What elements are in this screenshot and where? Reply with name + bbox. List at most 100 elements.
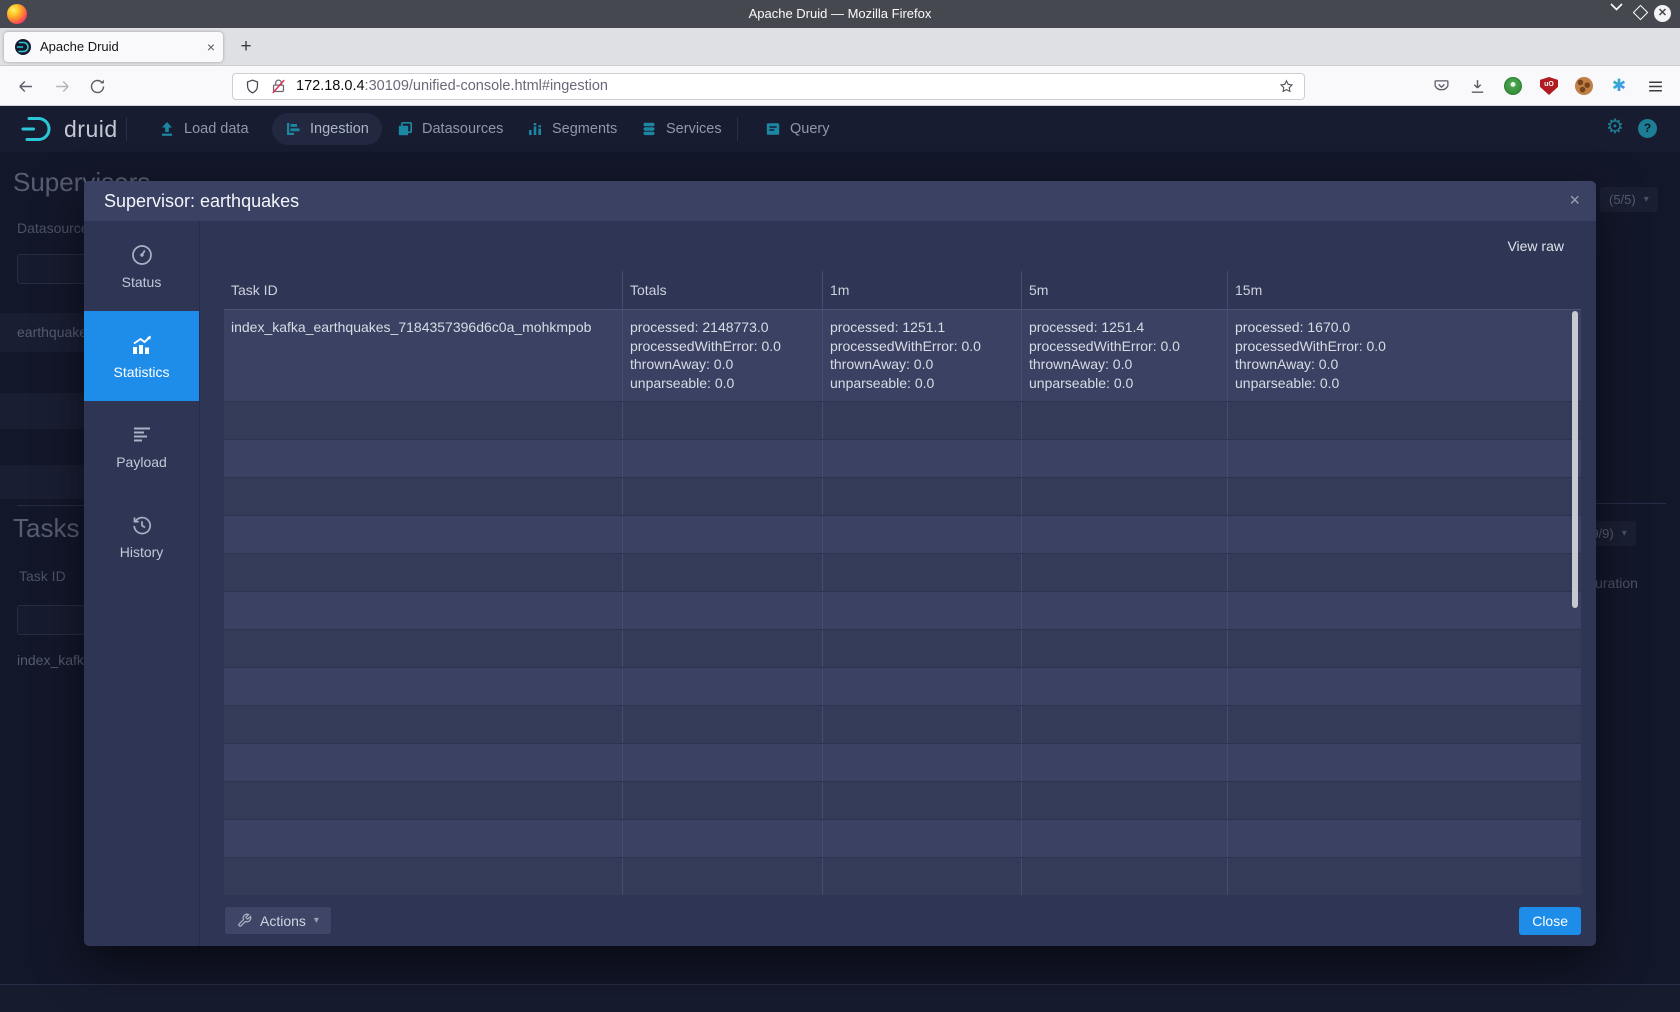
nav-item-ingestion[interactable]: Ingestion (272, 113, 382, 145)
table-row[interactable] (224, 667, 1581, 705)
table-row[interactable] (224, 439, 1581, 477)
table-row[interactable] (224, 515, 1581, 553)
table-row[interactable] (224, 401, 1581, 439)
statistics-table: Task ID Totals 1m 5m 15m index_kafka_ear… (224, 271, 1581, 895)
url-text[interactable]: 172.18.0.4:30109/unified-console.html#in… (296, 74, 608, 99)
nav-item-services[interactable]: Services (628, 113, 735, 145)
tasks-heading: Tasks (13, 513, 79, 544)
dialog-close-icon[interactable]: × (1569, 181, 1580, 221)
tab-bar: Apache Druid × + (0, 28, 1680, 66)
actions-button[interactable]: Actions ▾ (224, 906, 332, 935)
dialog-content: View raw Task ID Totals 1m 5m 15m index_… (200, 221, 1596, 946)
table-row[interactable] (224, 553, 1581, 591)
window-close-icon[interactable]: ✕ (1654, 5, 1671, 22)
footer-strip (0, 985, 1680, 1012)
new-tab-button[interactable]: + (232, 32, 260, 62)
dialog-side-tabs: Status Statistics Payload History (84, 221, 200, 946)
url-bar[interactable]: 172.18.0.4:30109/unified-console.html#in… (232, 73, 1305, 100)
column-header-1m[interactable]: 1m (822, 271, 1021, 309)
services-icon (641, 121, 657, 137)
section-divider (17, 505, 84, 506)
tab-close-icon[interactable]: × (207, 32, 215, 62)
chevron-down-icon: ▾ (1622, 528, 1627, 539)
task-id-cell: index_kafka_earthquakes_7184357396d6c0a_… (224, 310, 622, 401)
containers-extension-icon[interactable]: ✱ (1610, 77, 1628, 95)
ingestion-icon (285, 121, 301, 137)
cookie-extension-icon[interactable] (1575, 77, 1593, 95)
nav-item-datasources[interactable]: Datasources (384, 113, 516, 145)
druid-brand[interactable]: druid (20, 114, 118, 144)
chart-icon (130, 333, 154, 357)
table-row[interactable] (224, 591, 1581, 629)
table-row[interactable] (224, 743, 1581, 781)
supervisor-dialog: Supervisor: earthquakes × Status Statist… (84, 181, 1596, 946)
table-row[interactable] (224, 819, 1581, 857)
tab-status[interactable]: Status (84, 221, 199, 311)
column-header-totals[interactable]: Totals (622, 271, 822, 309)
column-header-5m[interactable]: 5m (1021, 271, 1227, 309)
downloads-icon[interactable] (1469, 78, 1486, 95)
url-path: :30109/unified-console.html#ingestion (365, 78, 608, 94)
druid-wordmark: druid (64, 116, 118, 143)
druid-logo-icon (20, 114, 56, 144)
help-icon[interactable]: ? (1638, 119, 1657, 138)
forward-icon[interactable] (54, 78, 71, 95)
5m-cell: processed: 1251.4 processedWithError: 0.… (1021, 310, 1227, 401)
druid-favicon-icon (15, 39, 31, 55)
table-header-row: Task ID Totals 1m 5m 15m (224, 271, 1581, 310)
gauge-icon (130, 243, 154, 267)
table-row[interactable] (224, 477, 1581, 515)
tab-statistics[interactable]: Statistics (84, 311, 199, 401)
empty-rows (224, 401, 1581, 895)
insecure-lock-icon[interactable] (270, 78, 287, 95)
nav-item-segments[interactable]: Segments (514, 113, 630, 145)
view-raw-link[interactable]: View raw (1507, 238, 1564, 254)
window-title: Apache Druid — Mozilla Firefox (0, 0, 1680, 28)
navbar-divider (126, 117, 127, 141)
chevron-down-icon: ▾ (1644, 194, 1649, 205)
align-left-icon (130, 423, 154, 447)
nav-item-query[interactable]: Query (752, 113, 843, 145)
table-row[interactable] (224, 705, 1581, 743)
table-row[interactable] (224, 629, 1581, 667)
bookmark-star-icon[interactable] (1278, 78, 1295, 95)
tab-history[interactable]: History (84, 491, 199, 581)
supervisors-count-dropdown[interactable]: (5/5) ▾ (1600, 187, 1658, 212)
segments-icon (527, 121, 543, 137)
15m-cell: processed: 1670.0 processedWithError: 0.… (1227, 310, 1581, 401)
window-titlebar: Apache Druid — Mozilla Firefox ✕ (0, 0, 1680, 28)
table-scrollbar[interactable] (1572, 311, 1578, 608)
druid-navbar: druid Load data Ingestion Datasources Se… (0, 106, 1680, 152)
wrench-icon (237, 913, 252, 928)
datasource-cell: earthquakes (17, 324, 94, 340)
pocket-icon[interactable] (1433, 78, 1450, 95)
reload-icon[interactable] (89, 78, 106, 95)
back-icon[interactable] (17, 78, 34, 95)
chevron-down-icon: ▾ (314, 915, 319, 926)
table-row[interactable] (224, 857, 1581, 895)
settings-gear-icon[interactable]: ⚙ (1606, 114, 1624, 139)
browser-tab[interactable]: Apache Druid × (4, 32, 223, 62)
dialog-title: Supervisor: earthquakes (104, 181, 299, 221)
close-button[interactable]: Close (1519, 907, 1581, 935)
dialog-header: Supervisor: earthquakes × (84, 181, 1596, 221)
datasources-icon (397, 121, 413, 137)
table-row[interactable] (224, 781, 1581, 819)
totals-cell: processed: 2148773.0 processedWithError:… (622, 310, 822, 401)
task-id-column-label: Task ID (19, 568, 66, 584)
1m-cell: processed: 1251.1 processedWithError: 0.… (822, 310, 1021, 401)
dialog-footer: Actions ▾ Close (224, 895, 1581, 946)
tab-title: Apache Druid (40, 32, 119, 62)
history-clock-icon (130, 513, 154, 537)
nav-item-load-data[interactable]: Load data (146, 113, 262, 145)
menu-hamburger-icon[interactable] (1647, 78, 1664, 95)
ublock-origin-icon[interactable]: uO (1540, 77, 1558, 95)
extension-green-icon[interactable] (1504, 77, 1522, 95)
table-row[interactable]: index_kafka_earthquakes_7184357396d6c0a_… (224, 310, 1581, 401)
tab-payload[interactable]: Payload (84, 401, 199, 491)
load-data-icon (159, 121, 175, 137)
column-header-task-id[interactable]: Task ID (224, 271, 622, 309)
tracking-shield-icon[interactable] (244, 78, 261, 95)
window-minimize-icon[interactable] (1610, 3, 1623, 11)
column-header-15m[interactable]: 15m (1227, 271, 1581, 309)
